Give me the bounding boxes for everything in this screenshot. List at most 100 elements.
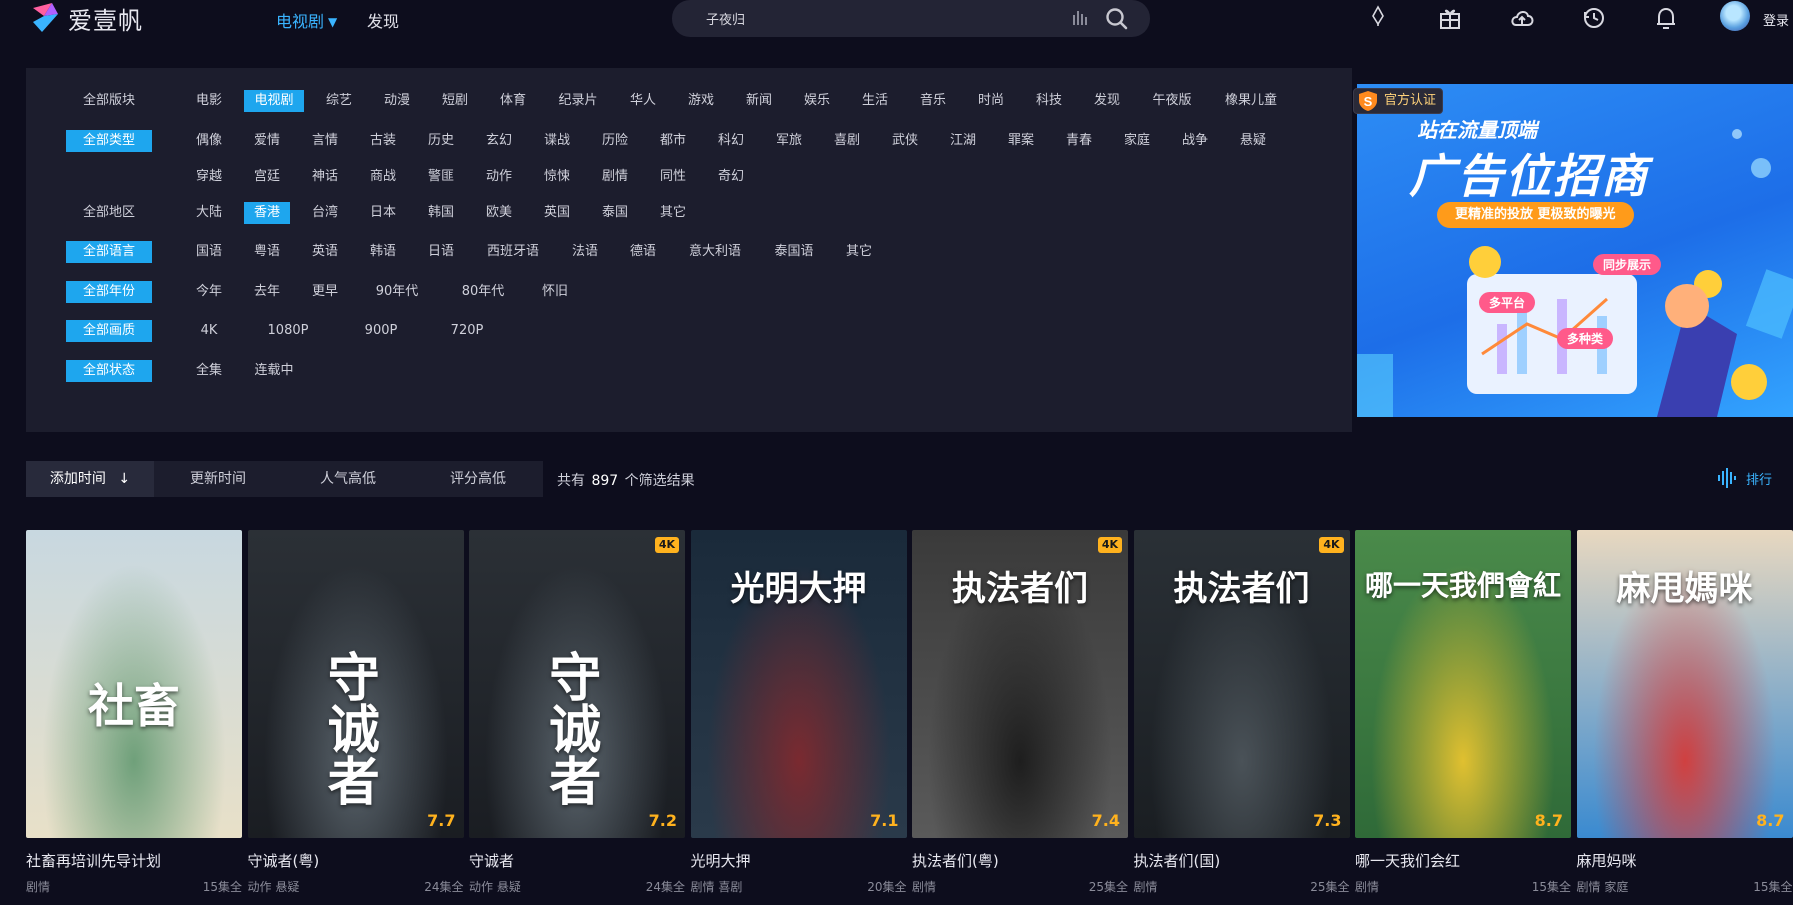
filter-option[interactable]: 动作 <box>476 166 522 188</box>
filter-category-all[interactable]: 全部年份 <box>66 281 152 303</box>
filter-option[interactable]: 科幻 <box>708 130 754 152</box>
sort-tab-updated-time[interactable]: 更新时间 <box>154 461 282 497</box>
filter-option[interactable]: 其它 <box>650 202 696 224</box>
filter-option[interactable]: 电影 <box>186 90 232 112</box>
search-input[interactable] <box>706 8 1046 28</box>
filter-option[interactable]: 更早 <box>302 281 348 303</box>
filter-option[interactable]: 家庭 <box>1114 130 1160 152</box>
filter-option[interactable]: 泰国 <box>592 202 638 224</box>
show-title[interactable]: 社畜再培训先导计划 <box>26 850 242 871</box>
filter-option[interactable]: 其它 <box>836 241 882 263</box>
filter-option[interactable]: 悬疑 <box>1230 130 1276 152</box>
filter-option[interactable]: 德语 <box>620 241 666 263</box>
filter-option[interactable]: 900P <box>344 320 418 342</box>
filter-option[interactable]: 怀旧 <box>532 281 578 303</box>
poster-image[interactable]: 守诚者 4K 7.2 <box>469 530 685 838</box>
filter-option[interactable]: 西班牙语 <box>476 241 550 263</box>
filter-option[interactable]: 国语 <box>186 241 232 263</box>
nav-discover[interactable]: 发现 <box>367 8 399 32</box>
filter-option[interactable]: 时尚 <box>968 90 1014 112</box>
filter-option[interactable]: 玄幻 <box>476 130 522 152</box>
show-title[interactable]: 守诚者 <box>469 850 685 871</box>
nav-tv-series[interactable]: 电视剧 ▼ <box>276 8 337 32</box>
app-logo[interactable]: 爱壹帆 <box>30 2 143 35</box>
filter-option[interactable]: 午夜版 <box>1142 90 1202 112</box>
filter-option[interactable]: 泰国语 <box>764 241 824 263</box>
voice-search-icon[interactable] <box>1073 10 1087 26</box>
bell-icon[interactable] <box>1652 4 1680 32</box>
poster-image[interactable]: 哪一天我們會紅 8.7 <box>1355 530 1571 838</box>
poster-image[interactable]: 社畜 <box>26 530 242 838</box>
filter-option[interactable]: 武侠 <box>882 130 928 152</box>
diamond-vip-icon[interactable] <box>1364 4 1392 32</box>
filter-option[interactable]: 短剧 <box>432 90 478 112</box>
filter-option[interactable]: 穿越 <box>186 166 232 188</box>
cloud-upload-icon[interactable] <box>1508 4 1536 32</box>
show-title[interactable]: 光明大押 <box>691 850 907 871</box>
filter-option[interactable]: 体育 <box>490 90 536 112</box>
filter-option[interactable]: 同性 <box>650 166 696 188</box>
filter-option[interactable]: 娱乐 <box>794 90 840 112</box>
show-card[interactable]: 守诚者 4K 7.2 守诚者 动作 悬疑 24集全 <box>469 530 685 894</box>
filter-option[interactable]: 日本 <box>360 202 406 224</box>
filter-option[interactable]: 惊悚 <box>534 166 580 188</box>
filter-option[interactable]: 音乐 <box>910 90 956 112</box>
sort-tab-rating[interactable]: 评分高低 <box>414 461 542 497</box>
avatar[interactable] <box>1720 1 1750 31</box>
sort-tab-added-time[interactable]: 添加时间 ↓ <box>26 461 154 497</box>
show-card[interactable]: 哪一天我們會紅 8.7 哪一天我们会红 剧情 15集全 <box>1355 530 1571 894</box>
show-title[interactable]: 麻甩妈咪 <box>1577 850 1793 871</box>
login-link[interactable]: 登录 <box>1763 10 1789 29</box>
poster-image[interactable]: 执法者们 4K 7.3 <box>1133 530 1350 838</box>
filter-option[interactable]: 游戏 <box>678 90 724 112</box>
poster-image[interactable]: 光明大押 7.1 <box>690 530 907 838</box>
filter-option[interactable]: 江湖 <box>940 130 986 152</box>
show-title[interactable]: 执法者们(粤) <box>912 850 1128 871</box>
poster-image[interactable]: 麻甩媽咪 8.7 <box>1576 530 1793 838</box>
filter-option[interactable]: 粤语 <box>244 241 290 263</box>
show-card[interactable]: 麻甩媽咪 8.7 麻甩妈咪 剧情 家庭 15集全 <box>1576 530 1793 894</box>
gift-icon[interactable] <box>1436 4 1464 32</box>
filter-option[interactable]: 战争 <box>1172 130 1218 152</box>
filter-option[interactable]: 科技 <box>1026 90 1072 112</box>
filter-option[interactable]: 新闻 <box>736 90 782 112</box>
filter-option[interactable]: 商战 <box>360 166 406 188</box>
filter-category-all[interactable]: 全部语言 <box>66 241 152 263</box>
filter-option[interactable]: 纪录片 <box>548 90 608 112</box>
filter-option[interactable]: 1080P <box>244 320 332 342</box>
filter-option[interactable]: 连载中 <box>244 360 304 382</box>
filter-option[interactable]: 综艺 <box>316 90 362 112</box>
filter-category-all[interactable]: 全部地区 <box>66 202 152 224</box>
history-icon[interactable] <box>1580 4 1608 32</box>
filter-option[interactable]: 4K <box>186 320 232 342</box>
filter-option[interactable]: 日语 <box>418 241 464 263</box>
filter-option[interactable]: 90年代 <box>360 281 434 303</box>
filter-option[interactable]: 剧情 <box>592 166 638 188</box>
show-title[interactable]: 守诚者(粤) <box>248 850 464 871</box>
filter-option[interactable]: 都市 <box>650 130 696 152</box>
show-card[interactable]: 执法者们 4K 7.3 执法者们(国) 剧情 25集全 <box>1133 530 1350 894</box>
filter-option[interactable]: 言情 <box>302 130 348 152</box>
poster-image[interactable]: 守诚者 7.7 <box>247 530 464 838</box>
filter-option[interactable]: 橡果儿童 <box>1214 90 1288 112</box>
show-title[interactable]: 执法者们(国) <box>1134 850 1350 871</box>
filter-option[interactable]: 今年 <box>186 281 232 303</box>
filter-option[interactable]: 动漫 <box>374 90 420 112</box>
filter-option[interactable]: 青春 <box>1056 130 1102 152</box>
filter-option[interactable]: 喜剧 <box>824 130 870 152</box>
filter-option[interactable]: 韩国 <box>418 202 464 224</box>
filter-option[interactable]: 军旅 <box>766 130 812 152</box>
ad-banner[interactable]: 站在流量顶端 广告位招商 更精准的投放 更极致的曝光 多平台 多种类 同步展示 <box>1357 84 1793 417</box>
filter-option[interactable]: 警匪 <box>418 166 464 188</box>
filter-option[interactable]: 罪案 <box>998 130 1044 152</box>
show-card[interactable]: 光明大押 7.1 光明大押 剧情 喜剧 20集全 <box>690 530 907 894</box>
filter-option[interactable]: 欧美 <box>476 202 522 224</box>
show-card[interactable]: 执法者们 4K 7.4 执法者们(粤) 剧情 25集全 <box>912 530 1128 894</box>
filter-option[interactable]: 生活 <box>852 90 898 112</box>
filter-category-all[interactable]: 全部类型 <box>66 130 152 152</box>
show-card[interactable]: 守诚者 7.7 守诚者(粤) 动作 悬疑 24集全 <box>247 530 464 894</box>
filter-option[interactable]: 电视剧 <box>244 90 304 112</box>
filter-option[interactable]: 韩语 <box>360 241 406 263</box>
filter-option[interactable]: 历史 <box>418 130 464 152</box>
ranking-link[interactable]: 排行 <box>1718 468 1772 488</box>
